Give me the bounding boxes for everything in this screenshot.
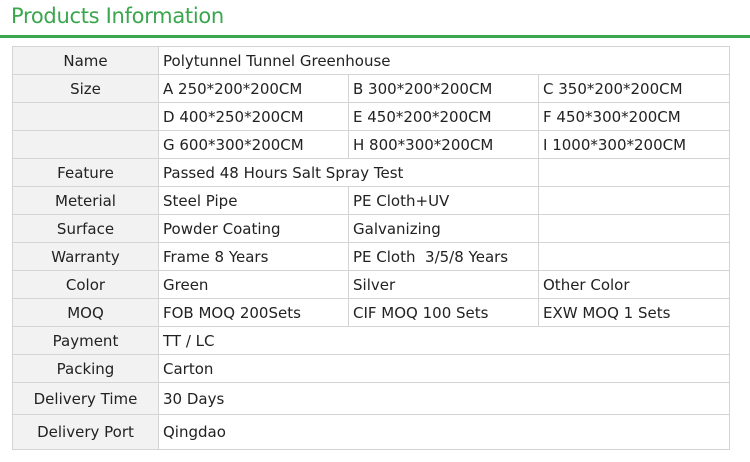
header-divider (0, 35, 750, 38)
row-label: MOQ (12, 298, 159, 327)
row-value: Carton (157, 354, 731, 383)
table-row: Packing Carton (12, 354, 731, 383)
table-row: Feature Passed 48 Hours Salt Spray Test (12, 158, 731, 187)
row-value: Other Color (537, 270, 731, 299)
row-value: A 250*200*200CM (158, 74, 349, 103)
row-label: Payment (12, 326, 159, 355)
row-value: PE Cloth 3/5/8 Years (348, 242, 539, 271)
row-value: Green (158, 270, 349, 299)
table-row: Payment TT / LC (12, 326, 731, 355)
row-label: Feature (12, 158, 159, 187)
row-value: H 800*300*200CM (348, 130, 539, 159)
table-row: Size A 250*200*200CM B 300*200*200CM C 3… (12, 74, 731, 103)
row-value: Polytunnel Tunnel Greenhouse (157, 46, 731, 75)
row-value: Silver (348, 270, 539, 299)
row-value (537, 186, 731, 215)
row-value: I 1000*300*200CM (537, 130, 731, 159)
row-value: D 400*250*200CM (158, 102, 349, 131)
row-value: Passed 48 Hours Salt Spray Test (158, 158, 539, 187)
row-value: C 350*200*200CM (537, 74, 731, 103)
row-value: Powder Coating (158, 214, 349, 243)
row-value (537, 214, 731, 243)
table-row: G 600*300*200CM H 800*300*200CM I 1000*3… (12, 130, 731, 159)
table-row: Surface Powder Coating Galvanizing (12, 214, 731, 243)
row-value: PE Cloth+UV (348, 186, 539, 215)
row-value (537, 242, 731, 271)
row-value: Frame 8 Years (158, 242, 349, 271)
row-value (537, 158, 731, 187)
row-value: Qingdao (157, 414, 731, 450)
table-row: D 400*250*200CM E 450*200*200CM F 450*30… (12, 102, 731, 131)
row-label: Surface (12, 214, 159, 243)
table-row: Color Green Silver Other Color (12, 270, 731, 299)
row-label (12, 102, 159, 131)
row-value: Galvanizing (348, 214, 539, 243)
row-value: Steel Pipe (158, 186, 349, 215)
row-value: G 600*300*200CM (158, 130, 349, 159)
table-row: Warranty Frame 8 Years PE Cloth 3/5/8 Ye… (12, 242, 731, 271)
row-label: Color (12, 270, 159, 299)
section-header: Products Information (0, 0, 750, 40)
product-spec-table: Name Polytunnel Tunnel Greenhouse Size A… (12, 46, 731, 450)
row-label: Packing (12, 354, 159, 383)
row-value: E 450*200*200CM (348, 102, 539, 131)
table-row: Delivery Time 30 Days (12, 382, 731, 415)
row-label (12, 130, 159, 159)
row-value: EXW MOQ 1 Sets (537, 298, 731, 327)
row-label: Delivery Port (12, 414, 159, 450)
section-title: Products Information (11, 4, 224, 28)
row-label: Meterial (12, 186, 159, 215)
row-label: Delivery Time (12, 382, 159, 415)
table-row: Name Polytunnel Tunnel Greenhouse (12, 46, 731, 75)
row-value: CIF MOQ 100 Sets (348, 298, 539, 327)
row-value: F 450*300*200CM (537, 102, 731, 131)
row-label: Size (12, 74, 159, 103)
row-label: Name (12, 46, 159, 75)
row-label: Warranty (12, 242, 159, 271)
table-row: Delivery Port Qingdao (12, 414, 731, 450)
row-value: B 300*200*200CM (348, 74, 539, 103)
row-value: FOB MOQ 200Sets (158, 298, 349, 327)
row-value: TT / LC (157, 326, 731, 355)
table-row: Meterial Steel Pipe PE Cloth+UV (12, 186, 731, 215)
row-value: 30 Days (157, 382, 731, 415)
table-row: MOQ FOB MOQ 200Sets CIF MOQ 100 Sets EXW… (12, 298, 731, 327)
